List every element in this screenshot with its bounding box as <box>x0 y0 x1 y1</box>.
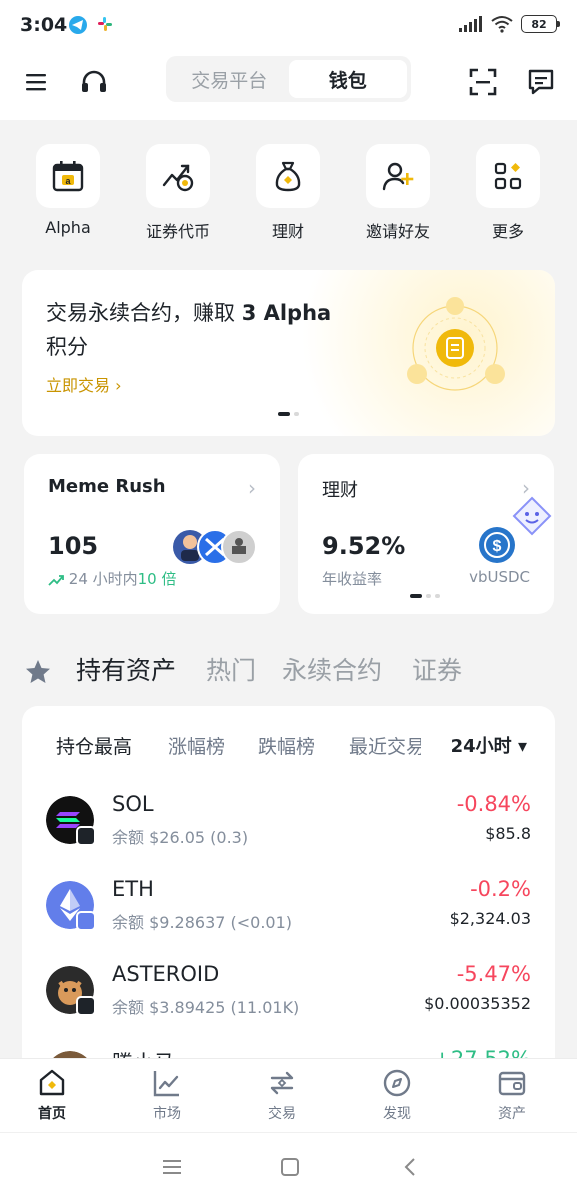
banner-trade-link[interactable]: 立即交易 › <box>46 372 122 396</box>
asset-balance: 余额 $3.89425 (11.01K) <box>112 998 300 1017</box>
meme-token-avatars <box>173 529 257 565</box>
stock-token-icon <box>162 164 194 192</box>
trend-up-icon <box>48 574 64 586</box>
meme-rush-card[interactable]: Meme Rush › 105 24 小时内10 倍 <box>24 454 280 614</box>
svg-text:$: $ <box>493 538 502 555</box>
chevron-down-icon: ▾ <box>517 736 527 757</box>
asset-balance: 余额 $26.05 (0.3) <box>112 828 249 847</box>
chevron-right-icon: › <box>248 476 256 500</box>
menu-icon[interactable] <box>18 64 54 100</box>
nav-discover[interactable]: 发现 <box>357 1067 437 1123</box>
quick-actions: a Alpha 证券代币 理财 邀请好友 更多 <box>0 140 577 250</box>
action-invite[interactable]: 邀请好友 <box>348 144 448 242</box>
chain-badge-icon <box>76 911 96 931</box>
asset-name: SOL <box>112 792 154 816</box>
asset-change: -5.47% <box>456 962 531 986</box>
tab-securities[interactable]: 证券 <box>412 651 462 687</box>
home-icon <box>39 1069 65 1096</box>
meme-rush-sub: 24 小时内10 倍 <box>48 568 177 589</box>
discover-icon <box>383 1069 411 1097</box>
banner-title: 交易永续合约，赚取 3 Alpha 积分 <box>46 301 332 359</box>
bottom-nav: 首页 市场 交易 发现 资产 <box>0 1058 577 1132</box>
assistant-bot-icon[interactable] <box>510 494 554 538</box>
asset-price: $85.8 <box>485 824 531 843</box>
status-bar: 3:04 82 <box>0 0 577 50</box>
earn-card-title: 理财 <box>322 480 358 501</box>
wifi-icon <box>491 16 513 33</box>
earn-token-name: vbUSDC <box>469 568 530 586</box>
status-right: 82 <box>459 15 560 33</box>
telegram-icon <box>69 16 87 34</box>
asset-price: $2,324.03 <box>449 909 531 928</box>
back-icon[interactable] <box>398 1155 422 1179</box>
status-app-icons <box>68 15 114 35</box>
action-label-alpha: Alpha <box>45 218 91 237</box>
earn-apr-label: 年收益率 <box>322 570 383 588</box>
tab-hot[interactable]: 热门 <box>206 651 256 687</box>
recent-apps-icon[interactable] <box>160 1155 184 1179</box>
earn-pagination <box>410 594 440 598</box>
perpetual-orbit-illustration <box>407 297 505 391</box>
nav-assets[interactable]: 资产 <box>472 1067 552 1123</box>
market-chart-icon <box>153 1071 179 1097</box>
slack-icon <box>98 17 112 31</box>
action-label-earn: 理财 <box>271 222 304 241</box>
message-icon[interactable] <box>523 64 559 100</box>
subtab-gainers[interactable]: 涨幅榜 <box>168 732 225 759</box>
trade-icon <box>270 1071 294 1095</box>
tab-holdings[interactable]: 持有资产 <box>76 651 176 687</box>
meme-rush-count: 105 <box>48 532 99 560</box>
segment-exchange[interactable]: 交易平台 <box>170 60 289 98</box>
asset-price: $0.00035352 <box>424 994 531 1013</box>
asset-row-sol[interactable]: SOL 余额 $26.05 (0.3) -0.84% $85.8 <box>22 786 555 866</box>
status-time: 3:04 <box>20 14 68 36</box>
action-label-more: 更多 <box>491 222 524 241</box>
subtab-recent[interactable]: 最近交易 <box>349 732 421 759</box>
wallet-exchange-switch: 交易平台 钱包 <box>166 56 411 102</box>
asset-name: ASTEROID <box>112 962 220 986</box>
asset-change: -0.2% <box>470 877 531 901</box>
scan-icon[interactable] <box>465 64 501 100</box>
asset-name: ETH <box>112 877 154 901</box>
more-grid-icon <box>494 162 522 190</box>
action-stock-token[interactable]: 证券代币 <box>128 144 228 242</box>
nav-trade[interactable]: 交易 <box>242 1067 322 1123</box>
banner-pagination <box>278 412 299 416</box>
nav-home[interactable]: 首页 <box>12 1067 92 1123</box>
tab-perpetual[interactable]: 永续合约 <box>282 651 382 687</box>
wallet-icon <box>498 1071 526 1096</box>
nav-market[interactable]: 市场 <box>127 1067 207 1123</box>
chain-badge-icon <box>76 996 96 1016</box>
asset-row-asteroid[interactable]: ASTEROID 余额 $3.89425 (11.01K) -5.47% $0.… <box>22 956 555 1036</box>
subtab-losers[interactable]: 跌幅榜 <box>258 732 315 759</box>
asset-tabs: 持有资产 热门 永续合约 证券 <box>0 645 577 695</box>
asset-subtabs: 持仓最高 涨幅榜 跌幅榜 最近交易 24小时 ▾ <box>22 732 555 762</box>
invite-friend-icon <box>382 162 414 191</box>
star-icon[interactable] <box>24 658 52 686</box>
action-label-invite: 邀请好友 <box>365 222 430 241</box>
period-selector[interactable]: 24小时 ▾ <box>451 732 527 758</box>
battery-icon: 82 <box>521 15 560 33</box>
asset-change: -0.84% <box>456 792 531 816</box>
headset-icon[interactable] <box>76 64 112 100</box>
header: 交易平台 钱包 <box>0 50 577 120</box>
asset-list-panel: 持仓最高 涨幅榜 跌幅榜 最近交易 24小时 ▾ SOL 余额 $26.05 (… <box>22 706 555 1066</box>
meme-rush-title: Meme Rush <box>48 476 166 497</box>
action-label-stock-token: 证券代币 <box>145 222 210 241</box>
system-nav-bar <box>0 1132 577 1200</box>
action-alpha[interactable]: a Alpha <box>18 144 118 237</box>
home-button-icon[interactable] <box>278 1155 302 1179</box>
signal-icon <box>459 16 482 32</box>
chain-badge-icon <box>76 826 96 846</box>
earn-bag-icon <box>275 161 301 192</box>
asset-row-eth[interactable]: ETH 余额 $9.28637 (<0.01) -0.2% $2,324.03 <box>22 871 555 951</box>
earn-apr-value: 9.52% <box>322 532 406 560</box>
subtab-top-holdings[interactable]: 持仓最高 <box>56 732 132 759</box>
alpha-calendar-icon: a <box>52 161 84 192</box>
segment-wallet[interactable]: 钱包 <box>288 60 407 98</box>
promo-banner[interactable]: 交易永续合约，赚取 3 Alpha 积分 立即交易 › <box>22 270 555 436</box>
asset-balance: 余额 $9.28637 (<0.01) <box>112 913 293 932</box>
action-more[interactable]: 更多 <box>458 144 558 242</box>
action-earn[interactable]: 理财 <box>238 144 338 242</box>
